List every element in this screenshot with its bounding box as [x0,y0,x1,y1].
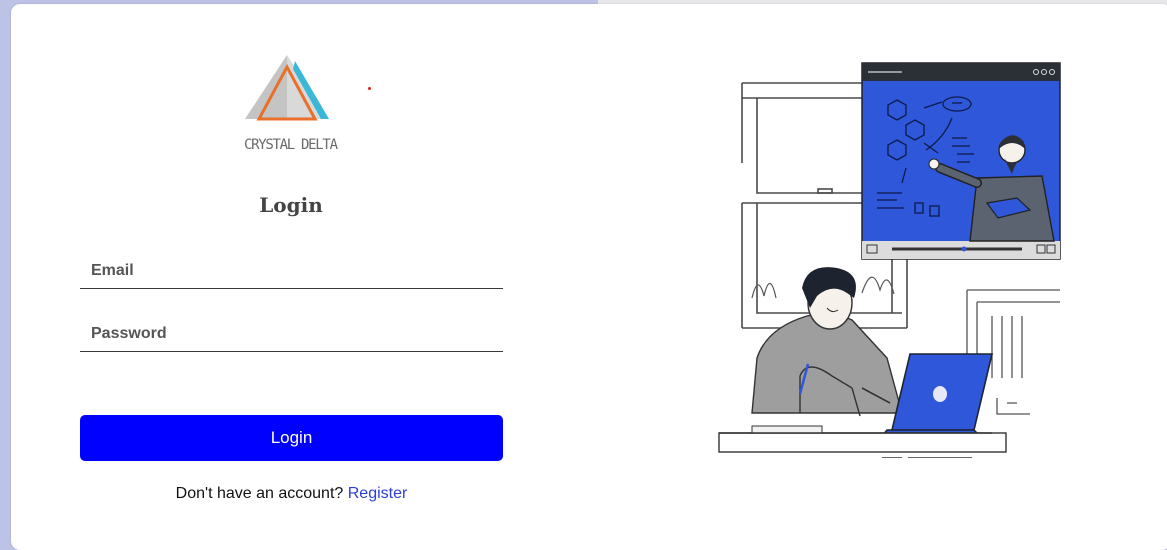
register-prompt-line: Don't have an account? Register [80,485,503,503]
page-title: Login [259,193,323,217]
logo-text: CRYSTAL DELTA [244,137,339,153]
student-online-learning-illustration [718,62,1061,458]
register-link[interactable]: Register [348,485,408,502]
password-field[interactable] [80,316,503,352]
login-button[interactable]: Login [80,415,503,461]
crystal-delta-logo-icon: CRYSTAL DELTA [244,55,339,153]
register-prompt-text: Don't have an account? [175,485,344,502]
decorative-dot [368,87,371,90]
email-field[interactable] [80,253,503,289]
